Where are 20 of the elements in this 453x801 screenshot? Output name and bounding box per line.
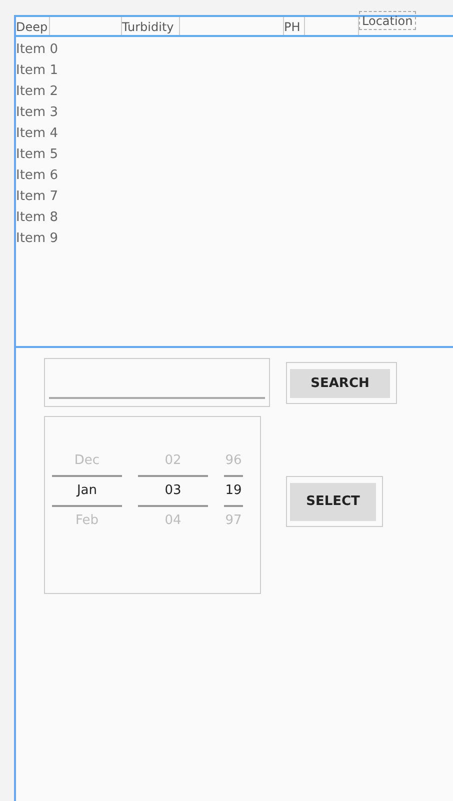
- list-item[interactable]: Item 5: [16, 144, 453, 165]
- search-field[interactable]: [44, 358, 270, 407]
- list-item[interactable]: Item 1: [16, 60, 453, 81]
- select-button[interactable]: SELECT: [290, 483, 376, 521]
- list-item[interactable]: Item 8: [16, 207, 453, 228]
- column-header: Turbidity: [122, 17, 180, 35]
- column-header: Location: [359, 11, 416, 30]
- list-item[interactable]: Item 9: [16, 228, 453, 249]
- column-header: PH: [284, 17, 305, 35]
- column-header: Deep: [16, 17, 50, 35]
- list-item[interactable]: Item 6: [16, 165, 453, 186]
- list-item[interactable]: Item 2: [16, 81, 453, 102]
- picker-option[interactable]: 03: [164, 477, 182, 505]
- list-item[interactable]: Item 7: [16, 186, 453, 207]
- list-item[interactable]: Item 3: [16, 102, 453, 123]
- picker-option[interactable]: Jan: [76, 477, 98, 505]
- list-item[interactable]: Item 4: [16, 123, 453, 144]
- list-item[interactable]: Item 0: [16, 39, 453, 60]
- picker-option[interactable]: 19: [225, 477, 242, 505]
- search-button[interactable]: SEARCH: [290, 369, 390, 398]
